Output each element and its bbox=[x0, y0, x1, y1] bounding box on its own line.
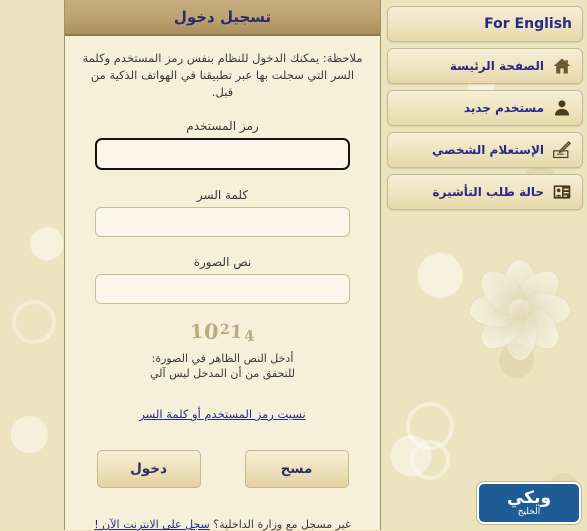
captcha-hint-line-2: للتحقق من أن المدخل ليس آلي bbox=[150, 367, 295, 380]
sidebar: For English الصفحة الرئيسة مستخدم جديد ا… bbox=[387, 6, 583, 216]
captcha-hint: أدخل النص الظاهر في الصورة: للتحقق من أن… bbox=[65, 351, 380, 381]
sidebar-item-label: الإستعلام الشخصي bbox=[431, 143, 544, 157]
login-note: ملاحظة: يمكنك الدخول للنظام بنفس رمز الم… bbox=[82, 51, 363, 99]
captcha-image: 10214 bbox=[183, 316, 262, 345]
sidebar-item-label: الصفحة الرئيسة bbox=[449, 59, 544, 73]
captcha-input[interactable] bbox=[95, 274, 350, 304]
watermark-logo: ويكي الخليج bbox=[477, 482, 581, 524]
sidebar-item-new-user[interactable]: مستخدم جديد bbox=[387, 90, 583, 126]
sidebar-item-personal-inquiry[interactable]: الإستعلام الشخصي bbox=[387, 132, 583, 168]
sidebar-item-for-english[interactable]: For English bbox=[387, 6, 583, 42]
watermark-main-text: ويكي bbox=[506, 487, 552, 508]
background-ring-motif bbox=[410, 440, 450, 480]
password-field-group: كلمة السر bbox=[95, 188, 350, 237]
user-icon bbox=[552, 98, 572, 118]
sidebar-item-label: حالة طلب التأشيرة bbox=[432, 185, 544, 199]
register-online-link[interactable]: سجل على الانترنت الآن ! bbox=[94, 518, 209, 531]
watermark-sub-text: الخليج bbox=[517, 506, 541, 517]
username-label: رمز المستخدم bbox=[186, 119, 259, 133]
sidebar-item-home[interactable]: الصفحة الرئيسة bbox=[387, 48, 583, 84]
id-card-icon bbox=[552, 182, 572, 202]
forgot-credentials-area: نسيت رمز المستخدم أو كلمة السر bbox=[65, 403, 380, 422]
background-ring-motif bbox=[12, 300, 56, 344]
password-label: كلمة السر bbox=[196, 188, 249, 202]
background-flower-motif bbox=[470, 260, 570, 360]
login-panel: تسجيل دخول ملاحظة: يمكنك الدخول للنظام ب… bbox=[64, 0, 381, 531]
forgot-credentials-link[interactable]: نسيت رمز المستخدم أو كلمة السر bbox=[139, 407, 305, 421]
home-icon bbox=[552, 56, 572, 76]
captcha-field-group: نص الصورة bbox=[95, 255, 350, 304]
captcha-area: 10214 أدخل النص الظاهر في الصورة: للتحقق… bbox=[65, 316, 380, 381]
inquiry-icon bbox=[552, 140, 572, 160]
sidebar-item-visa-status[interactable]: حالة طلب التأشيرة bbox=[387, 174, 583, 210]
form-button-row: دخول مسح bbox=[65, 450, 380, 488]
registration-prompt: غير مسجل مع وزارة الداخلية؟ سجل على الان… bbox=[65, 518, 380, 531]
captcha-hint-line-1: أدخل النص الظاهر في الصورة: bbox=[151, 352, 294, 365]
background-ring-motif bbox=[406, 402, 454, 450]
username-field-group: رمز المستخدم bbox=[95, 119, 350, 170]
clear-button[interactable]: مسح bbox=[244, 450, 349, 488]
sidebar-item-label: مستخدم جديد bbox=[463, 101, 544, 115]
login-button[interactable]: دخول bbox=[96, 450, 201, 488]
sidebar-item-label: For English bbox=[484, 16, 572, 32]
username-input[interactable] bbox=[95, 138, 350, 170]
password-input[interactable] bbox=[95, 207, 350, 237]
registration-question: غير مسجل مع وزارة الداخلية؟ bbox=[213, 518, 351, 531]
page-title: تسجيل دخول bbox=[65, 0, 380, 36]
captcha-label: نص الصورة bbox=[193, 255, 252, 269]
